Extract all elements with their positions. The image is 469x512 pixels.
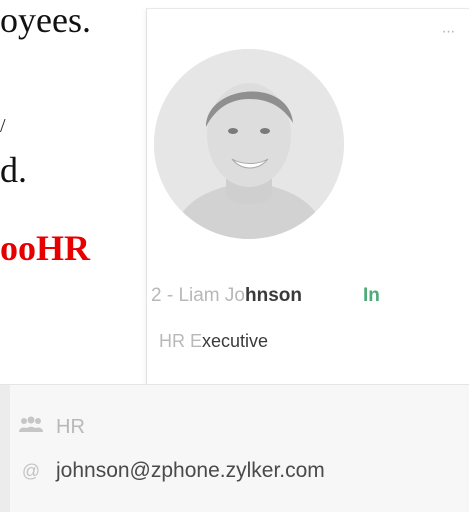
document-text-line: oyees. <box>0 0 91 40</box>
designation-prefix: HR E <box>159 331 203 351</box>
document-text-line: / <box>0 115 6 137</box>
at-sign-icon: @ <box>21 461 41 481</box>
profile-details-panel: HR @ johnson@zphone.zylker.com <box>0 384 469 512</box>
profile-card: ··· 2 - Liam Johnson In HR Executive <box>146 8 469 399</box>
email-row: @ johnson@zphone.zylker.com <box>16 459 325 483</box>
employee-name-prefix: 2 - Liam Jo <box>151 285 245 306</box>
department-row: HR <box>16 415 85 439</box>
document-text-line: d. <box>0 150 27 190</box>
document-text-highlight: ooHR <box>0 228 90 268</box>
more-options-icon[interactable]: ··· <box>435 23 461 41</box>
details-left-strip <box>0 385 10 512</box>
avatar-photo-icon <box>154 49 344 239</box>
employee-designation: HR Executive <box>159 331 268 352</box>
email-link[interactable]: johnson@zphone.zylker.com <box>56 459 325 483</box>
profile-card-header: ··· 2 - Liam Johnson In HR Executive <box>147 9 469 351</box>
department-icon <box>16 415 46 439</box>
status-badge: In <box>363 285 380 306</box>
employee-name-bold: hnson <box>244 285 302 306</box>
employee-name: 2 - Liam Johnson <box>151 285 302 307</box>
designation-suffix: xecutive <box>202 331 269 351</box>
avatar <box>154 49 344 239</box>
department-name: HR <box>56 415 85 438</box>
